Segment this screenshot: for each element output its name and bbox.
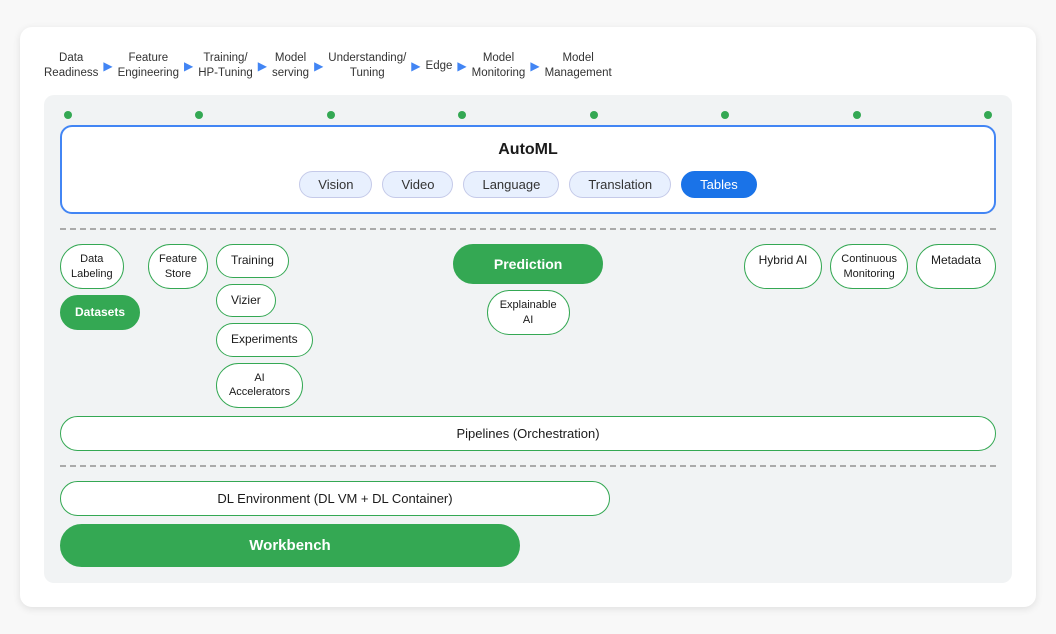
step-label-understanding: Understanding/ Tuning xyxy=(328,51,406,81)
diagram: AutoML Vision Video Language Translation… xyxy=(44,95,1012,582)
dot-2 xyxy=(195,111,203,119)
pipelines-bar-wrap: Pipelines (Orchestration) xyxy=(60,416,996,451)
arrow-icon-3: ▶ xyxy=(258,59,267,73)
main-container: Data Readiness ▶ Feature Engineering ▶ T… xyxy=(20,27,1036,606)
pipeline-header: Data Readiness ▶ Feature Engineering ▶ T… xyxy=(44,51,1012,81)
col-prediction: Prediction Explainable AI xyxy=(321,244,736,335)
arrow-icon-5: ▶ xyxy=(411,59,420,73)
step-label-data-readiness: Data Readiness xyxy=(44,51,98,81)
step-feature-engineering: Feature Engineering xyxy=(118,51,179,81)
col-right: Hybrid AI Continuous Monitoring Metadata xyxy=(744,244,996,289)
col-data: Data Labeling Datasets xyxy=(60,244,140,330)
col-training: Training Vizier Experiments AI Accelerat… xyxy=(216,244,313,407)
pill-video[interactable]: Video xyxy=(382,171,453,198)
step-label-model-serving: Model serving xyxy=(272,51,309,81)
dot-3 xyxy=(327,111,335,119)
pill-language[interactable]: Language xyxy=(463,171,559,198)
node-prediction: Prediction xyxy=(453,244,603,284)
node-vizier: Vizier xyxy=(216,284,276,318)
step-model-serving: Model serving xyxy=(272,51,309,81)
bottom-zone: DL Environment (DL VM + DL Container) Wo… xyxy=(60,481,996,567)
node-training: Training xyxy=(216,244,289,278)
dot-4 xyxy=(458,111,466,119)
main-nodes-row: Data Labeling Datasets Feature Store Tra… xyxy=(60,244,996,407)
dot-6 xyxy=(721,111,729,119)
node-ai-accelerators: AI Accelerators xyxy=(216,363,303,408)
dashed-divider-2 xyxy=(60,465,996,467)
right-top-row: Hybrid AI Continuous Monitoring Metadata xyxy=(744,244,996,289)
col-feature: Feature Store xyxy=(148,244,208,289)
step-label-model-management: Model Management xyxy=(545,51,612,81)
node-workbench: Workbench xyxy=(60,524,520,567)
node-experiments: Experiments xyxy=(216,323,313,357)
step-label-feature-engineering: Feature Engineering xyxy=(118,51,179,81)
dot-5 xyxy=(590,111,598,119)
step-model-monitoring: Model Monitoring xyxy=(472,51,526,81)
arrow-icon-4: ▶ xyxy=(314,59,323,73)
dot-7 xyxy=(853,111,861,119)
step-understanding: Understanding/ Tuning xyxy=(328,51,406,81)
node-datasets: Datasets xyxy=(60,295,140,331)
dot-1 xyxy=(64,111,72,119)
node-continuous-monitoring: Continuous Monitoring xyxy=(830,244,908,289)
pill-vision[interactable]: Vision xyxy=(299,171,372,198)
arrow-icon-6: ▶ xyxy=(457,59,466,73)
dot-row xyxy=(60,111,996,119)
step-data-readiness: Data Readiness xyxy=(44,51,98,81)
pill-translation[interactable]: Translation xyxy=(569,171,671,198)
step-label-training: Training/ HP-Tuning xyxy=(198,51,253,81)
workbench-wrap: Workbench xyxy=(60,524,996,567)
node-explainable-ai: Explainable AI xyxy=(487,290,570,335)
dot-8 xyxy=(984,111,992,119)
step-edge: Edge xyxy=(426,59,453,74)
node-hybrid-ai: Hybrid AI xyxy=(744,244,823,289)
step-training: Training/ HP-Tuning xyxy=(198,51,253,81)
step-model-management: Model Management xyxy=(545,51,612,81)
node-data-labeling: Data Labeling xyxy=(60,244,124,289)
arrow-icon-7: ▶ xyxy=(530,59,539,73)
step-label-edge: Edge xyxy=(426,59,453,74)
dl-env-wrap: DL Environment (DL VM + DL Container) xyxy=(60,481,996,516)
automl-pills: Vision Video Language Translation Tables xyxy=(82,171,974,198)
arrow-icon-2: ▶ xyxy=(184,59,193,73)
node-dl-environment: DL Environment (DL VM + DL Container) xyxy=(60,481,610,516)
node-metadata: Metadata xyxy=(916,244,996,289)
node-feature-store: Feature Store xyxy=(148,244,208,289)
step-label-model-monitoring: Model Monitoring xyxy=(472,51,526,81)
automl-box: AutoML Vision Video Language Translation… xyxy=(60,125,996,214)
node-pipelines: Pipelines (Orchestration) xyxy=(60,416,996,451)
dashed-divider-1 xyxy=(60,228,996,230)
pill-tables[interactable]: Tables xyxy=(681,171,757,198)
arrow-icon-1: ▶ xyxy=(103,59,112,73)
automl-title: AutoML xyxy=(82,141,974,159)
